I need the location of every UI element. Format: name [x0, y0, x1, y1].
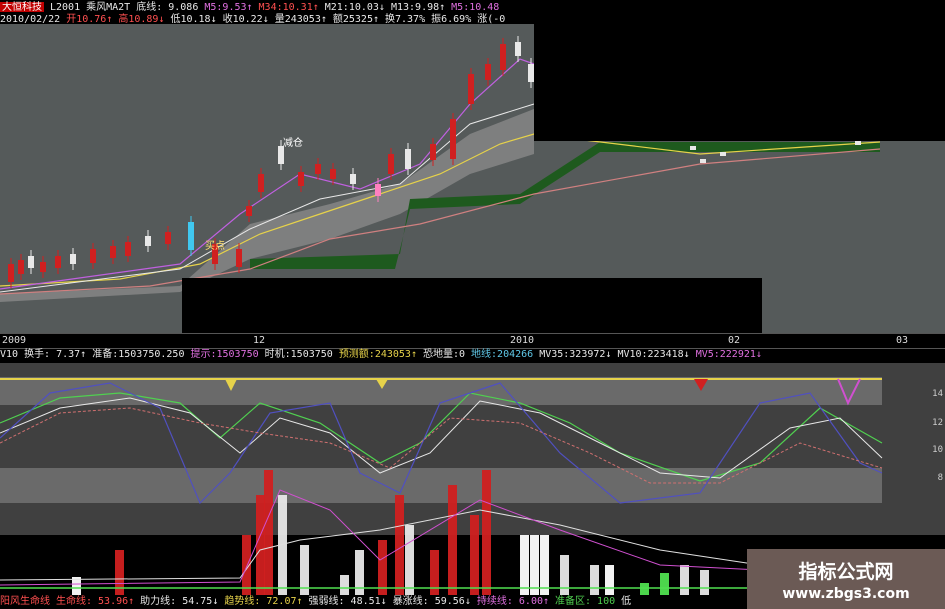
ind1bar-field: 地线:204266 — [471, 349, 534, 360]
date-tick: 12 — [253, 335, 266, 346]
ind1bar-field: 预测额:243053↑ — [338, 349, 417, 360]
blackout-region-bottom — [182, 278, 762, 333]
reduce-position-label: 减仓 — [283, 138, 303, 149]
site-watermark: 指标公式网 www.zbgs3.com — [747, 549, 945, 609]
candle-body — [700, 159, 706, 163]
volume-bar — [680, 565, 689, 595]
date-tick: 02 — [728, 335, 741, 346]
candle-body — [500, 44, 506, 70]
volume-bar — [530, 535, 539, 595]
volume-bar — [405, 525, 414, 595]
candle-body — [468, 74, 474, 104]
candle-body — [145, 236, 151, 246]
ind1bar-field: V10 — [0, 349, 19, 360]
ind1bar-field: 时机:1503750 — [264, 349, 333, 360]
candle-body — [405, 149, 411, 169]
ind2bar-field: 趋势线: 72.07↑ — [224, 596, 303, 607]
volume-bar — [540, 535, 549, 595]
candle-body — [375, 184, 381, 196]
date-tick: 2009 — [2, 335, 27, 346]
volume-bar — [590, 565, 599, 595]
candle-body — [350, 174, 356, 184]
candle-body — [188, 222, 194, 250]
ind1bar-field: 恐地量:0 — [422, 349, 466, 360]
volume-bar — [482, 470, 491, 595]
blackout-region-top-right — [534, 24, 945, 141]
ind2bar-field: 暴涨线: 59.56↓ — [392, 596, 471, 607]
candle-body — [450, 119, 456, 159]
candle-body — [515, 42, 521, 56]
volume-bar — [470, 515, 479, 595]
date-tick: 03 — [896, 335, 909, 346]
candle-body — [430, 144, 436, 160]
volume-bar — [700, 570, 709, 595]
candle-body — [28, 256, 34, 268]
candle-body — [720, 152, 726, 156]
candle-body — [110, 246, 116, 258]
overbought-zone — [0, 377, 882, 405]
volume-bar — [560, 555, 569, 595]
watermark-title: 指标公式网 — [798, 561, 894, 583]
ind2bar-field: 阳风生命线 — [0, 596, 50, 607]
ind1bar-field: 提示:1503750 — [190, 349, 259, 360]
candle-body — [855, 141, 861, 145]
ind2bar-field: 低 — [621, 596, 632, 607]
ind2bar-field: 强弱线: 48.51↓ — [308, 596, 387, 607]
candle-body — [70, 254, 76, 264]
volume-bar — [640, 583, 649, 595]
candle-body — [165, 232, 171, 244]
candle-body — [246, 206, 252, 216]
ind1bar-field: 准备:1503750.250 — [92, 349, 185, 360]
volume-bar — [340, 575, 349, 595]
ind2bar-field: 准备区: 100 — [555, 596, 616, 607]
candle-body — [125, 242, 131, 256]
y-axis-label: 10 — [932, 445, 943, 455]
candle-body — [485, 64, 491, 80]
candle-body — [236, 249, 242, 267]
candle-body — [298, 172, 304, 186]
candle-body — [258, 174, 264, 192]
candle-body — [690, 146, 696, 150]
date-tick: 2010 — [510, 335, 535, 346]
volume-bar — [256, 495, 265, 595]
y-axis-label: 14 — [932, 389, 943, 399]
ind1bar-field: MV35:323972↓ — [539, 349, 612, 360]
watermark-url: www.zbgs3.com — [782, 586, 910, 602]
candle-body — [90, 249, 96, 263]
volume-bar — [378, 540, 387, 595]
ind1bar-field: MV10:223418↓ — [617, 349, 690, 360]
ind2bar-field: 生命线: 53.96↑ — [56, 596, 135, 607]
candle-body — [55, 256, 61, 268]
y-axis-label: 12 — [932, 418, 943, 428]
volume-bar — [520, 535, 529, 595]
volume-indicator-header: V10 换手: 7.37↑ 准备:1503750.250 提示:1503750 时机:1… — [0, 347, 945, 363]
candle-body — [315, 164, 321, 174]
volume-bar — [605, 565, 614, 595]
volume-bar — [448, 485, 457, 595]
volume-bar — [264, 470, 273, 595]
candle-body — [330, 169, 336, 179]
candle-body — [18, 260, 24, 274]
candle-body — [40, 262, 46, 272]
candle-body — [8, 264, 14, 282]
ind2bar-field: 助力线: 54.75↓ — [140, 596, 219, 607]
volume-bar — [660, 573, 669, 595]
ind2bar-field: 持续线: 6.00↑ — [476, 596, 550, 607]
buy-point-label: 买点 — [205, 241, 225, 252]
price-chart-panel[interactable]: 减仓 买点 — [0, 24, 945, 333]
candle-body — [388, 154, 394, 174]
ind1bar-field: MV5:222921↓ — [695, 349, 762, 360]
volume-bar — [395, 495, 404, 595]
ind1bar-field: 换手: 7.37↑ — [24, 349, 87, 360]
